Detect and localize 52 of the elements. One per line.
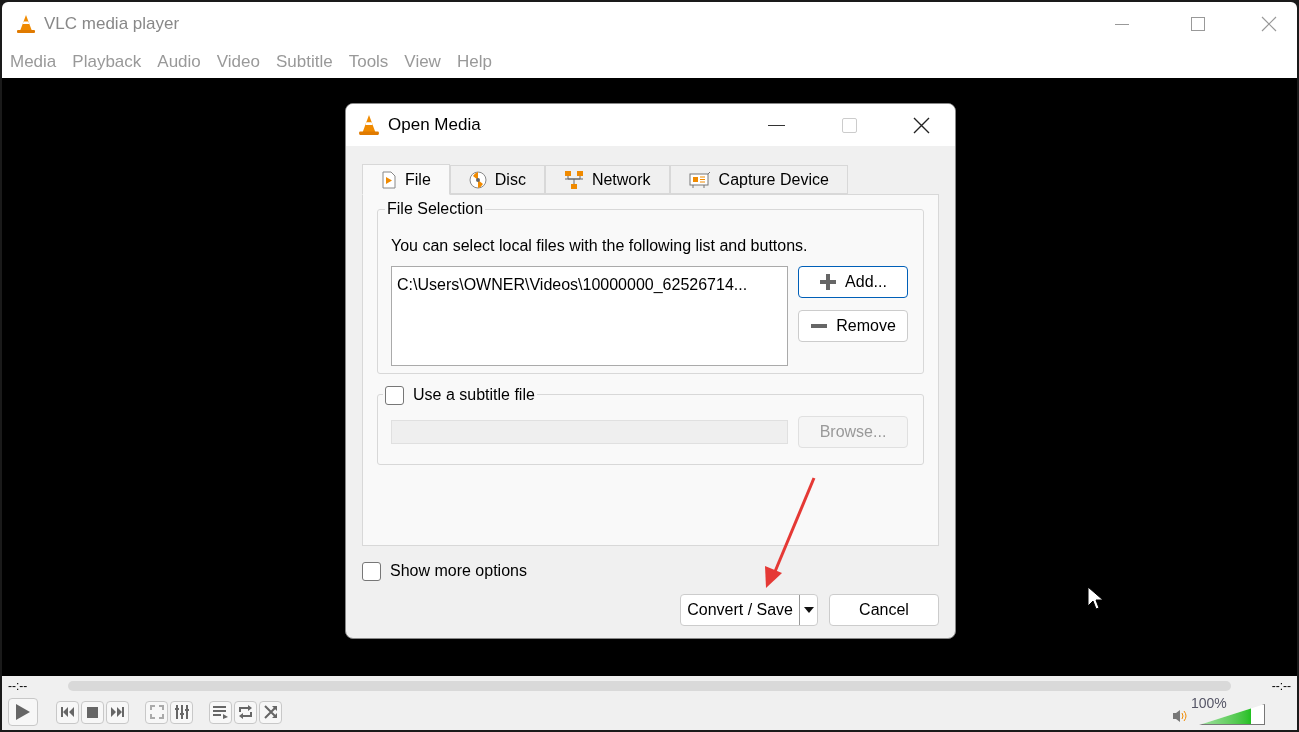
playlist-button[interactable] <box>209 700 232 724</box>
cancel-button[interactable]: Cancel <box>829 594 939 626</box>
vlc-cone-icon <box>16 14 36 34</box>
add-button[interactable]: Add... <box>798 266 908 298</box>
checkbox-label: Use a subtitle file <box>413 385 535 405</box>
tab[interactable]: Disc <box>449 165 545 194</box>
window-title: VLC media player <box>44 13 180 36</box>
play-icon <box>16 704 30 720</box>
maximize-icon <box>842 117 857 133</box>
sliders-icon <box>174 705 189 719</box>
loop-button[interactable] <box>234 700 257 724</box>
play-button[interactable] <box>8 698 38 726</box>
shuffle-icon <box>263 705 278 719</box>
capture-card-icon <box>688 170 711 189</box>
maximize-icon[interactable] <box>1191 17 1205 31</box>
stop-icon <box>87 706 98 718</box>
disc-icon <box>468 170 487 189</box>
tab[interactable]: Capture Device <box>669 165 848 194</box>
shuffle-button[interactable] <box>259 700 282 724</box>
remove-button[interactable]: Remove <box>798 310 908 342</box>
caret-icon[interactable] <box>803 607 814 613</box>
speaker-icon <box>1173 709 1187 723</box>
show-more-checkbox[interactable] <box>362 561 381 581</box>
repeat-icon <box>238 705 253 719</box>
next-button[interactable] <box>106 700 129 724</box>
stop-button[interactable] <box>81 700 104 724</box>
mouse-pointer-icon <box>1087 586 1105 612</box>
volume-reading: 100% <box>1191 695 1227 711</box>
fullscreen-icon <box>149 705 164 719</box>
file-list[interactable]: C:\Users\OWNER\Videos\10000000_62526714... <box>391 266 788 366</box>
plus-icon <box>819 273 838 291</box>
file-list-item[interactable]: C:\Users\OWNER\Videos\10000000_62526714... <box>397 273 782 297</box>
vlc-cone-icon <box>358 114 380 136</box>
playlist-icon <box>213 705 228 719</box>
network-icon <box>563 169 584 190</box>
equalizer-button[interactable] <box>170 700 193 724</box>
close-icon[interactable] <box>913 116 930 134</box>
tab[interactable]: File <box>362 164 450 195</box>
dialog-title: Open Media <box>388 114 481 137</box>
subtitle-checkbox[interactable] <box>385 385 404 405</box>
tab[interactable]: Network <box>544 165 670 194</box>
minimize-icon[interactable] <box>768 124 785 126</box>
hint-text: You can select local files with the following list and buttons. <box>391 236 809 256</box>
minus-icon <box>810 323 829 329</box>
skip-forward-icon <box>111 707 124 717</box>
previous-button[interactable] <box>56 700 79 724</box>
convert-save-button[interactable]: Convert / Save <box>680 594 818 626</box>
elapsed-time: --:-- <box>8 678 29 695</box>
skip-back-icon <box>61 707 74 717</box>
remaining-time: --:-- <box>1270 678 1291 695</box>
checkbox-label: Show more options <box>390 561 527 581</box>
document-play-icon <box>381 170 397 189</box>
